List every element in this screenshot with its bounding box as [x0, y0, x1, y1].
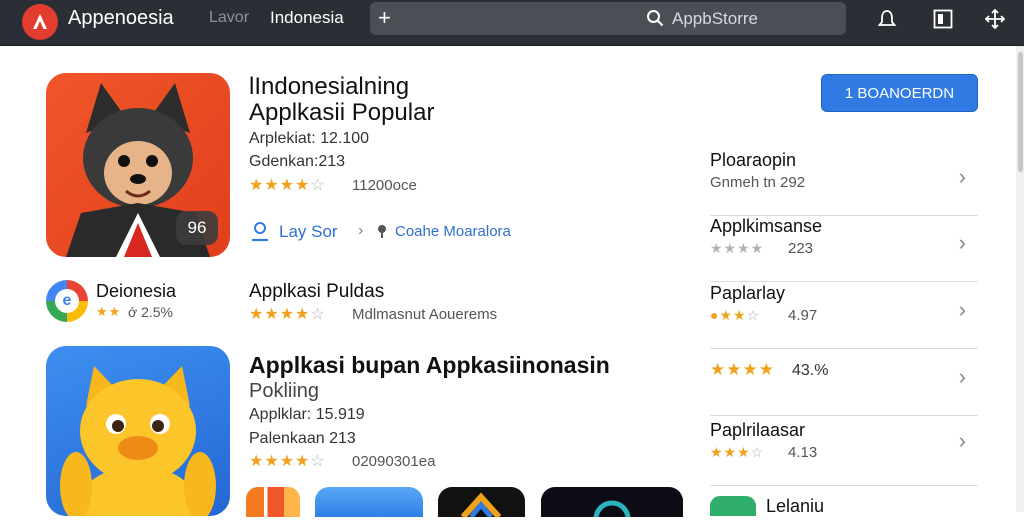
tab-lavor[interactable]: Lavor [209, 9, 249, 27]
row3-rating-count: 02090301ea [352, 453, 436, 470]
search-icon [647, 10, 664, 27]
side-item-subtitle: Gnmeh tn 292 [710, 174, 806, 191]
side-item-title: Ploaraopin [710, 150, 797, 170]
side-item-title: Applkimsanse [710, 216, 823, 236]
side-item-stars: ★★★★ [710, 360, 775, 379]
add-icon[interactable]: + [378, 5, 391, 31]
row3-stars: ★★★★☆ [249, 453, 326, 470]
app-logo-icon[interactable] [22, 4, 58, 40]
side-item-subtitle: 223 [788, 240, 814, 257]
app-name: Appenoesia [68, 7, 174, 29]
link-lay-sor[interactable]: Lay Sor [279, 222, 338, 242]
top-bar: Appenoesia Lavor Indonesia + AppbStorre [0, 0, 1024, 46]
scrollbar-thumb[interactable] [1018, 52, 1023, 172]
side-item-subtitle: 4.97 [788, 307, 818, 324]
featured-rating-stars: ★★★★☆ [249, 177, 326, 194]
row3-line-2: Palenkaan 213 [249, 430, 356, 447]
move-icon[interactable] [984, 8, 1006, 30]
row3-title: Applkasi bupan Appkasiinonasin [249, 352, 610, 378]
row3-line-1: Applklar: 15.919 [249, 406, 365, 423]
person-icon [252, 222, 268, 242]
side-item-stars: ●★★☆ [710, 307, 761, 323]
side-item-1[interactable]: Ploaraopin Gnmeh tn 292 › [710, 150, 978, 216]
duck-mascot-icon [60, 366, 216, 516]
chrome-app-icon[interactable]: e [46, 280, 88, 322]
side-item-title: Paplrilaasar [710, 420, 806, 440]
row2-rating: ớ 2.5% [128, 304, 173, 320]
row2-title: Applkasi Puldas [249, 281, 385, 302]
featured-title-line1: lIndonesialning [249, 73, 410, 100]
duck-app-icon[interactable] [46, 346, 230, 516]
chevron-right-icon: › [358, 222, 364, 239]
featured-title-line2: Applkasii Popular [249, 99, 435, 126]
row2-stars: ★★★★☆ [249, 306, 326, 323]
side-item-6-title[interactable]: Lelaniu [766, 496, 824, 517]
app-tile-2-icon[interactable] [315, 487, 423, 517]
featured-app-icon[interactable]: 96 [46, 73, 230, 257]
row2-app-name: Deionesia [96, 281, 177, 301]
chevron-right-icon[interactable]: › [959, 364, 966, 390]
side-item-subtitle: 4.13 [788, 444, 818, 461]
featured-rating-count: 11200oce [352, 177, 417, 194]
side-item-stars: ★★★☆ [710, 444, 765, 460]
featured-line-2: Gdenkan:213 [249, 153, 346, 170]
chevron-right-icon[interactable]: › [959, 230, 966, 256]
side-item-3[interactable]: Paplarlay ●★★☆ 4.97 › [710, 283, 978, 349]
search-input[interactable]: AppbStorre [672, 9, 758, 29]
side-item-subtitle: 43.% [792, 362, 829, 379]
chevron-right-icon[interactable]: › [959, 164, 966, 190]
row2-rating-stars: ★★ [96, 304, 122, 319]
row3-subtitle: Pokliing [249, 380, 320, 402]
chevron-right-icon[interactable]: › [959, 428, 966, 454]
featured-badge: 96 [176, 211, 218, 245]
chevron-right-icon[interactable]: › [959, 297, 966, 323]
window-icon[interactable] [932, 8, 954, 30]
side-item-stars: ★★★★ [710, 240, 765, 256]
app-tile-1-icon[interactable] [246, 487, 300, 517]
e-letter-icon: e [55, 289, 79, 313]
link-coahe[interactable]: Coahe Moaralora [395, 223, 511, 240]
search-bar[interactable]: + AppbStorre [370, 2, 846, 35]
side-item-title: Paplarlay [710, 283, 786, 303]
tab-indonesia[interactable]: Indonesia [270, 8, 344, 28]
side-item-4[interactable]: ★★★★ 43.% › [710, 350, 978, 416]
featured-line-1: Arplekiat: 12.100 [249, 130, 370, 147]
row2-subtitle: Mdlmasnut Aouerems [352, 306, 498, 323]
app-tile-4-icon[interactable] [541, 487, 683, 522]
pin-icon [378, 225, 386, 238]
app-tile-3-icon[interactable] [438, 487, 525, 520]
install-button[interactable]: 1 BOANOERDN [821, 74, 978, 112]
side-item-5[interactable]: Paplrilaasar ★★★☆ 4.13 › [710, 420, 978, 486]
bell-icon[interactable] [876, 8, 898, 30]
side-item-6-icon[interactable] [710, 496, 756, 516]
side-item-2[interactable]: Applkimsanse ★★★★ 223 › [710, 216, 978, 282]
